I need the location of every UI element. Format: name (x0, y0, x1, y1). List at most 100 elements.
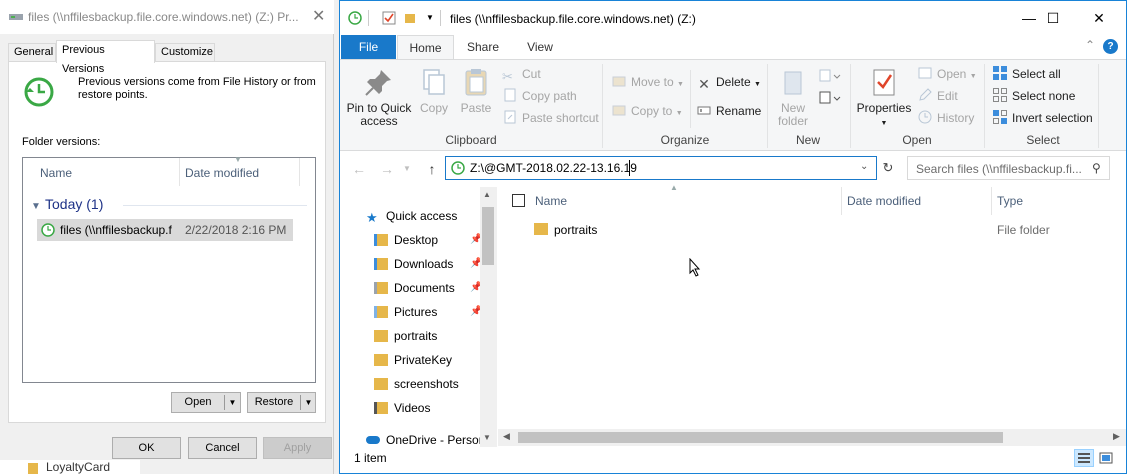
column-name[interactable]: Name (40, 166, 72, 180)
nav-item-portraits[interactable]: portraits (374, 325, 437, 347)
file-list[interactable]: ▲ Name Date modified Type portraits File… (498, 183, 1126, 447)
help-icon[interactable]: ? (1103, 39, 1118, 54)
navigation-pane-scrollbar[interactable]: ▲ ▼ (480, 187, 497, 447)
scrollbar-thumb[interactable] (482, 207, 494, 265)
copy-path-button[interactable]: Copy path (502, 86, 577, 106)
scroll-right-arrow-icon[interactable]: ▶ (1113, 431, 1120, 442)
search-input[interactable]: Search files (\\nffilesbackup.fi... ⚲ (907, 156, 1110, 180)
apply-button[interactable]: Apply (263, 437, 332, 459)
scrollbar-thumb[interactable] (518, 432, 1003, 443)
column-name[interactable]: Name (535, 187, 567, 215)
open-button[interactable]: Open ▼ (917, 64, 977, 84)
details-view-icon[interactable] (1074, 449, 1094, 467)
cut-button[interactable]: ✂ Cut (502, 64, 541, 84)
nav-item-documents[interactable]: Documents 📌 (374, 277, 482, 299)
refresh-icon[interactable]: ↻ (878, 156, 898, 180)
restore-button[interactable]: Restore (248, 393, 300, 412)
chevron-down-icon: ▼ (234, 155, 242, 164)
explorer-title-bar[interactable]: ▼ files (\\nffilesbackup.file.core.windo… (340, 1, 1126, 35)
up-arrow-icon[interactable]: ↑ (423, 160, 441, 178)
move-to-button[interactable]: Move to ▼ (611, 72, 684, 92)
open-group-label: Open (902, 133, 932, 147)
large-icons-view-icon[interactable] (1096, 449, 1116, 467)
search-icon[interactable]: ⚲ (1092, 161, 1101, 175)
copy-button[interactable]: Copy (416, 66, 452, 115)
restore-split-button[interactable]: Restore ▼ (247, 392, 316, 413)
tab-label: General (14, 46, 54, 58)
chevron-down-icon[interactable]: ▼ (225, 393, 240, 412)
close-button[interactable]: ✕ (1076, 1, 1122, 35)
rename-button[interactable]: Rename (696, 101, 761, 121)
easy-access-icon[interactable] (818, 90, 842, 106)
file-list-horizontal-scrollbar[interactable]: ◀ ▶ (498, 429, 1126, 446)
select-all-label: Select all (1012, 67, 1061, 81)
nav-item-desktop[interactable]: Desktop 📌 (374, 229, 482, 251)
new-folder-button[interactable]: New folder (771, 66, 815, 128)
recent-locations-chevron-icon[interactable]: ▼ (398, 160, 416, 178)
table-row[interactable]: portraits File folder (498, 219, 1126, 241)
chevron-down-icon[interactable]: ⌄ (860, 161, 868, 172)
properties-check-icon[interactable] (382, 11, 396, 25)
maximize-button[interactable]: ☐ (1030, 1, 1076, 35)
column-divider[interactable] (299, 158, 300, 186)
tab-share[interactable]: Share (457, 35, 509, 59)
copy-to-button[interactable]: Copy to ▼ (611, 101, 683, 121)
copy-to-label: Copy to (631, 104, 673, 118)
invert-selection-button[interactable]: Invert selection (992, 108, 1093, 128)
column-divider[interactable] (841, 187, 842, 215)
scroll-down-arrow-icon[interactable]: ▼ (483, 433, 491, 442)
properties-title-bar[interactable]: files (\\nffilesbackup.file.core.windows… (0, 0, 334, 34)
customize-toolbar-chevron-icon[interactable]: ▼ (423, 11, 437, 25)
pin-to-quick-access-button[interactable]: Pin to Quick access (344, 66, 414, 128)
group-divider (767, 64, 768, 148)
chevron-up-icon[interactable]: ⌃ (1085, 38, 1095, 52)
group-header-today[interactable]: ▼ Today (1) (31, 196, 103, 212)
nav-item-onedrive[interactable]: OneDrive - Person (366, 429, 480, 447)
column-divider[interactable] (179, 158, 180, 186)
column-type[interactable]: Type (997, 187, 1023, 215)
new-item-icon[interactable] (818, 68, 842, 84)
scroll-up-arrow-icon[interactable]: ▲ (483, 190, 491, 199)
forward-arrow-icon[interactable]: → (378, 160, 396, 178)
tab-customize[interactable]: Customize (155, 43, 215, 62)
chevron-down-icon[interactable]: ▼ (301, 393, 316, 412)
select-all-button[interactable]: Select all (992, 64, 1061, 84)
nav-item-quick-access[interactable]: ★ Quick access (366, 205, 457, 227)
open-button[interactable]: Open (172, 393, 224, 412)
rename-icon (697, 106, 711, 115)
tab-general[interactable]: General (8, 43, 56, 62)
back-arrow-icon[interactable]: ← (350, 160, 368, 178)
tab-view[interactable]: View (513, 35, 567, 59)
open-split-button[interactable]: Open ▼ (171, 392, 241, 413)
nav-item-privatekey[interactable]: PrivateKey (374, 349, 452, 371)
nav-item-screenshots[interactable]: screenshots (374, 373, 459, 395)
documents-folder-icon (374, 282, 388, 294)
version-row[interactable]: files (\\nffilesbackup.file.core.windows… (37, 219, 293, 241)
cancel-button[interactable]: Cancel (188, 437, 257, 459)
history-button[interactable]: History (917, 108, 974, 128)
scroll-left-arrow-icon[interactable]: ◀ (503, 431, 510, 442)
edit-button[interactable]: Edit (917, 86, 958, 106)
paste-shortcut-label: Paste shortcut (522, 111, 599, 125)
delete-button[interactable]: ✕ Delete ▼ (696, 72, 761, 92)
column-date-modified[interactable]: Date modified (185, 166, 259, 180)
tab-previous-versions[interactable]: Previous Versions (56, 40, 155, 75)
close-icon[interactable]: ✕ (312, 6, 330, 26)
tab-file[interactable]: File (341, 35, 396, 59)
select-none-button[interactable]: Select none (992, 86, 1075, 106)
tab-label: Previous Versions (62, 44, 105, 75)
column-date-modified[interactable]: Date modified (847, 187, 921, 215)
new-folder-icon[interactable] (403, 11, 417, 25)
properties-button[interactable]: Properties ▼ (854, 66, 914, 130)
folder-versions-list[interactable]: Name ▼ Date modified ▼ Today (1) files (\… (22, 155, 316, 383)
tab-home[interactable]: Home (397, 35, 454, 60)
paste-shortcut-button[interactable]: Paste shortcut (502, 108, 599, 128)
nav-item-videos[interactable]: Videos (374, 397, 430, 419)
select-all-checkbox[interactable] (512, 194, 525, 207)
address-input[interactable]: Z:\@GMT-2018.02.22-13.16.19 ⌄ (445, 156, 877, 180)
ok-button[interactable]: OK (112, 437, 181, 459)
nav-item-downloads[interactable]: Downloads 📌 (374, 253, 482, 275)
nav-item-pictures[interactable]: Pictures 📌 (374, 301, 482, 323)
column-divider[interactable] (991, 187, 992, 215)
paste-button[interactable]: Paste (456, 66, 496, 115)
